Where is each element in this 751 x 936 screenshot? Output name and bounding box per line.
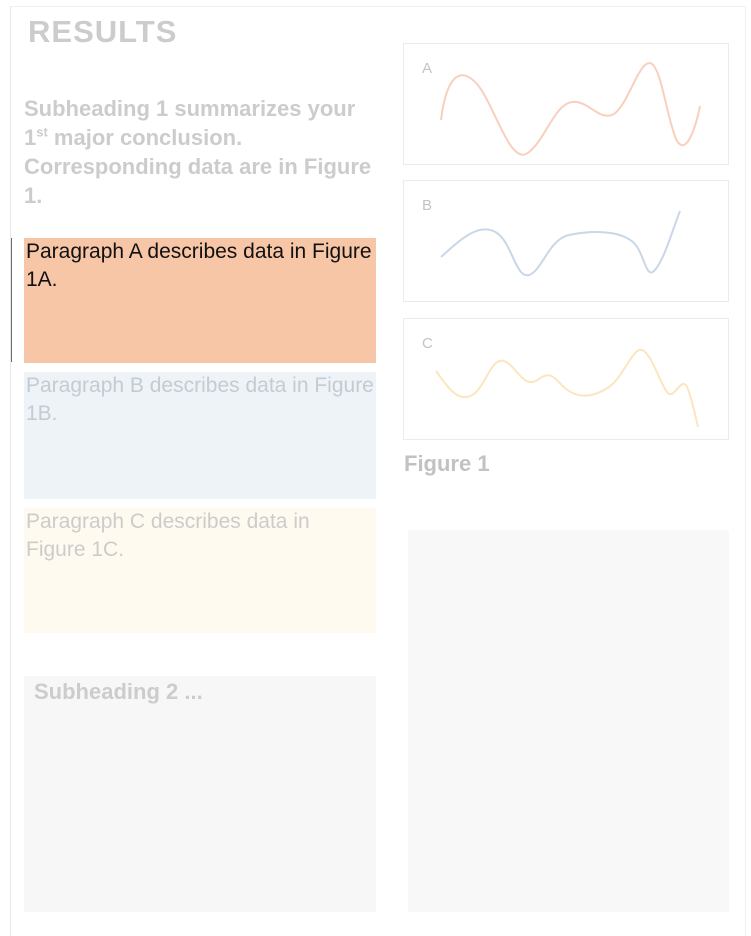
subheading-2: Subheading 2 ...	[34, 679, 203, 704]
figure-2-placeholder[interactable]	[408, 530, 729, 912]
panel-b-curve	[440, 210, 681, 277]
panel-a-curve	[440, 62, 701, 156]
figure-panel-b[interactable]: B	[403, 180, 729, 302]
subheading-1: Subheading 1 summarizes your 1st major c…	[24, 94, 380, 210]
text-cursor-bar	[11, 238, 12, 362]
figure-panel-c[interactable]: C	[403, 318, 729, 440]
panel-c-curve	[435, 348, 699, 428]
panel-b-curve-icon	[440, 210, 681, 277]
paragraph-c[interactable]: Paragraph C describes data in Figure 1C.	[24, 508, 376, 633]
panel-c-curve-icon	[435, 348, 699, 428]
subheading-2-block[interactable]	[24, 676, 376, 912]
paragraph-b[interactable]: Paragraph B describes data in Figure 1B.	[24, 372, 376, 499]
subheading-1-ordinal-suffix: st	[36, 124, 48, 140]
figure-panel-a[interactable]: A	[403, 43, 729, 165]
figure-caption: Figure 1	[404, 451, 490, 476]
results-title: RESULTS	[28, 14, 178, 49]
subheading-1-text-end: major conclusion. Corresponding data are…	[24, 125, 372, 208]
panel-a-curve-icon	[440, 62, 701, 156]
paragraph-a[interactable]: Paragraph A describes data in Figure 1A.	[24, 238, 376, 363]
